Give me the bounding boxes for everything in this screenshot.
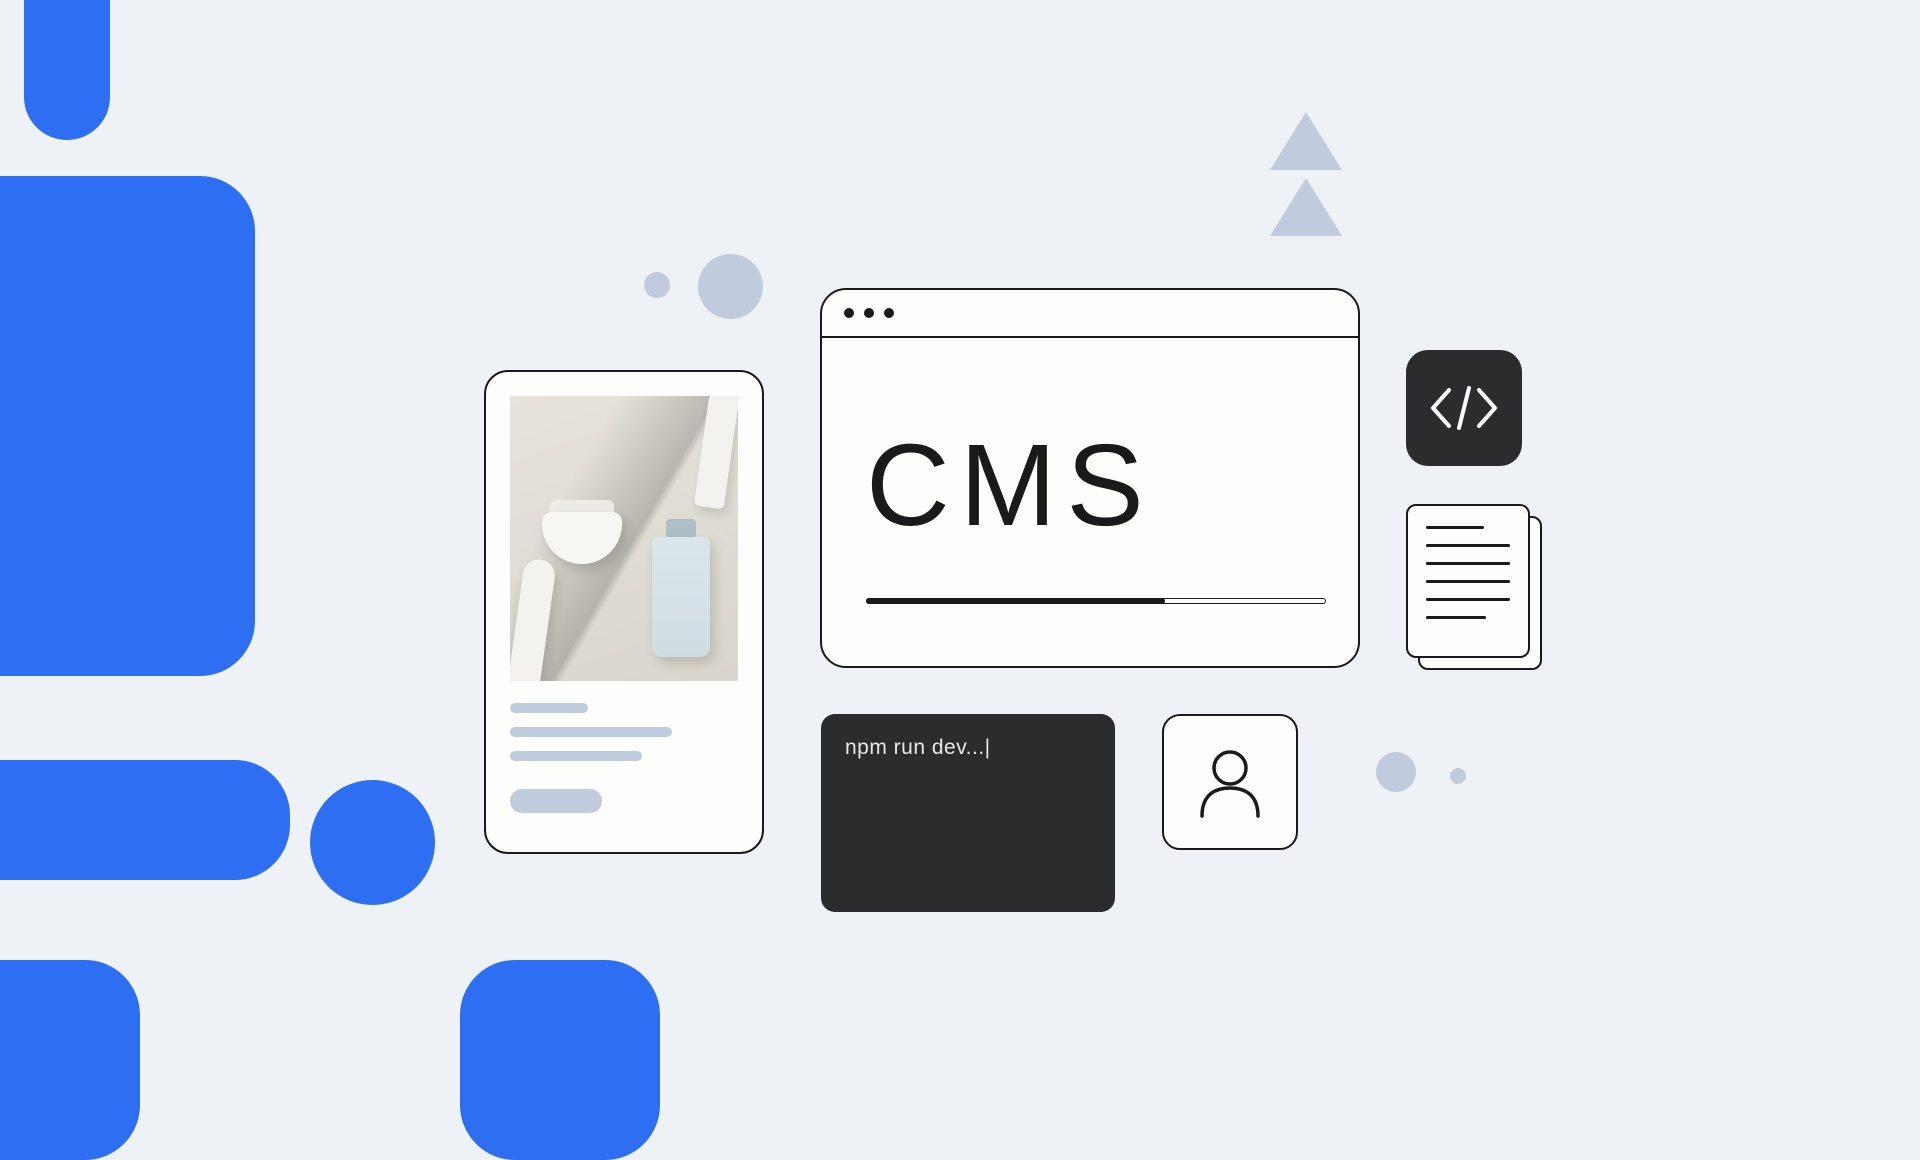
decorative-pill bbox=[24, 0, 110, 140]
window-control-dot bbox=[844, 308, 854, 318]
placeholder-button bbox=[510, 789, 602, 813]
decorative-rect-large bbox=[0, 176, 255, 676]
decorative-triangle bbox=[1270, 178, 1342, 236]
decorative-rect-bottom bbox=[460, 960, 660, 1160]
document-icon bbox=[1406, 504, 1530, 658]
cms-heading: CMS bbox=[866, 418, 1314, 552]
progress-bar bbox=[866, 598, 1326, 604]
decorative-dot bbox=[698, 254, 763, 319]
product-photo bbox=[510, 396, 738, 681]
phone-mock bbox=[484, 370, 764, 854]
decorative-dot-right bbox=[1376, 752, 1416, 792]
browser-body: CMS bbox=[822, 338, 1358, 604]
decorative-square-bottom bbox=[0, 960, 140, 1160]
code-icon bbox=[1429, 384, 1499, 432]
user-icon bbox=[1196, 746, 1264, 818]
terminal-command: npm run dev...| bbox=[845, 736, 1091, 760]
decorative-triangle bbox=[1270, 112, 1342, 170]
terminal-panel: npm run dev...| bbox=[821, 714, 1115, 912]
window-control-dot bbox=[864, 308, 874, 318]
decorative-circle bbox=[310, 780, 435, 905]
user-card bbox=[1162, 714, 1298, 850]
placeholder-line bbox=[510, 751, 642, 761]
decorative-dot-right-small bbox=[1450, 768, 1466, 784]
browser-window: CMS bbox=[820, 288, 1360, 668]
placeholder-line bbox=[510, 703, 588, 713]
placeholder-line bbox=[510, 727, 672, 737]
code-card bbox=[1406, 350, 1522, 466]
decorative-rect-side bbox=[0, 760, 290, 880]
window-control-dot bbox=[884, 308, 894, 318]
decorative-dot-small bbox=[644, 272, 670, 298]
browser-titlebar bbox=[822, 290, 1358, 338]
